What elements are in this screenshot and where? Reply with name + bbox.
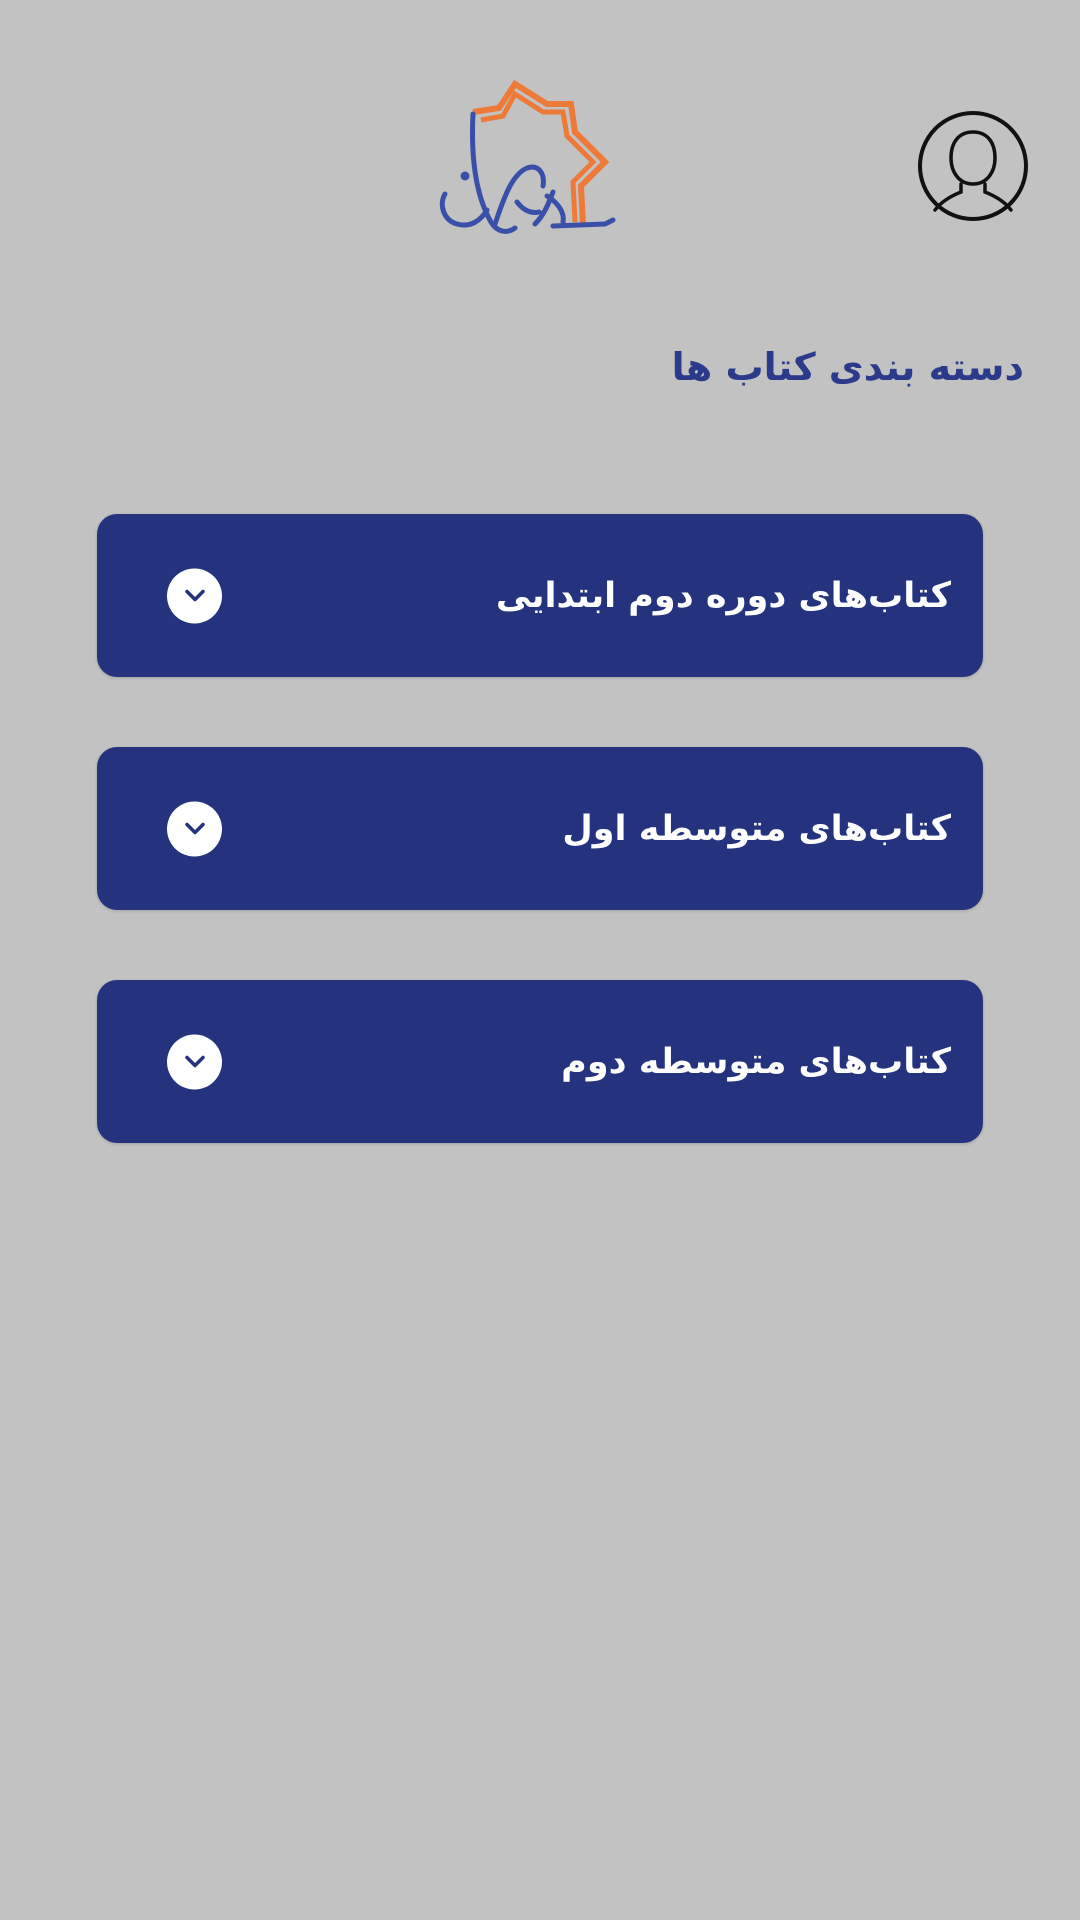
category-label: کتاب‌های متوسطه دوم — [561, 1041, 951, 1082]
chevron-down-icon[interactable] — [167, 801, 222, 856]
category-elementary-second-period[interactable]: کتاب‌های دوره دوم ابتدایی — [97, 514, 983, 677]
category-label: کتاب‌های متوسطه اول — [562, 808, 951, 849]
chevron-down-icon[interactable] — [167, 568, 222, 623]
profile-button[interactable] — [917, 110, 1029, 222]
category-middle-school-first[interactable]: کتاب‌های متوسطه اول — [97, 747, 983, 910]
category-list: کتاب‌های دوره دوم ابتدایی کتاب‌های متوسط… — [97, 514, 983, 1213]
user-profile-icon — [918, 111, 1028, 221]
category-label: کتاب‌های دوره دوم ابتدایی — [495, 575, 951, 616]
section-title: دسته بندی کتاب ها — [671, 345, 1024, 389]
chevron-down-icon[interactable] — [167, 1034, 222, 1089]
logo-graphic — [439, 79, 616, 234]
allameh-helli-logo — [435, 74, 645, 249]
category-high-school-second[interactable]: کتاب‌های متوسطه دوم — [97, 980, 983, 1143]
